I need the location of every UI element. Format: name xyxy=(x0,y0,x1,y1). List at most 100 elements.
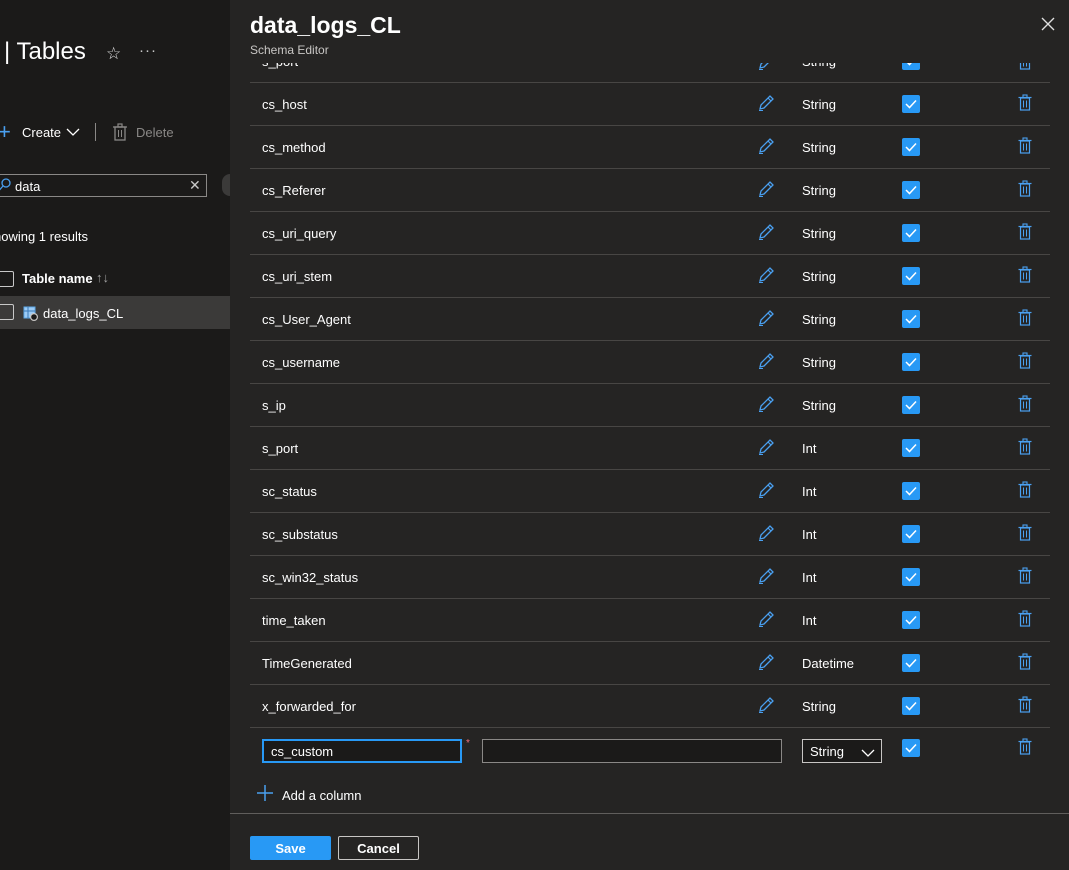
row-checkbox[interactable] xyxy=(0,304,14,320)
favorite-star-icon[interactable]: ☆ xyxy=(106,44,121,64)
delete-trash-icon[interactable] xyxy=(1018,223,1032,243)
delete-button[interactable]: Delete xyxy=(136,125,174,140)
checkbox-checked[interactable] xyxy=(902,267,920,285)
delete-trash-icon[interactable] xyxy=(1018,352,1032,372)
checkbox-checked[interactable] xyxy=(902,697,920,715)
checkbox-checked[interactable] xyxy=(902,224,920,242)
edit-pencil-icon[interactable] xyxy=(757,524,775,545)
delete-trash-icon[interactable] xyxy=(1018,137,1032,157)
type-dropdown[interactable]: String xyxy=(802,739,882,763)
delete-trash-icon[interactable] xyxy=(1018,696,1032,716)
table-name-cell[interactable]: data_logs_CL xyxy=(43,306,123,321)
delete-trash-icon[interactable] xyxy=(1018,94,1032,114)
delete-trash-icon[interactable] xyxy=(1018,395,1032,415)
delete-trash-icon[interactable] xyxy=(1018,567,1032,587)
edit-pencil-icon[interactable] xyxy=(757,309,775,330)
more-options-icon[interactable]: ··· xyxy=(139,42,157,59)
description-input[interactable] xyxy=(482,739,782,763)
column-name: cs_uri_query xyxy=(262,226,337,241)
checkbox-checked[interactable] xyxy=(902,353,920,371)
table-row: s_port Int xyxy=(250,427,1050,470)
edit-pencil-icon[interactable] xyxy=(757,395,775,416)
required-marker: * xyxy=(466,738,470,749)
edit-pencil-icon[interactable] xyxy=(757,481,775,502)
column-name: cs_method xyxy=(262,140,326,155)
checkbox-checked[interactable] xyxy=(902,396,920,414)
delete-trash-icon[interactable] xyxy=(1018,610,1032,630)
table-row: cs_uri_stem String xyxy=(250,255,1050,298)
edit-pencil-icon[interactable] xyxy=(757,438,775,459)
table-icon xyxy=(23,306,39,324)
delete-trash-icon[interactable] xyxy=(1018,738,1032,758)
table-row: s_port String xyxy=(250,63,1050,83)
delete-trash-icon[interactable] xyxy=(1018,481,1032,501)
table-row: cs_Referer String xyxy=(250,169,1050,212)
delete-trash-icon[interactable] xyxy=(1018,438,1032,458)
checkbox-checked[interactable] xyxy=(902,611,920,629)
select-all-checkbox[interactable] xyxy=(0,271,14,287)
edit-pencil-icon[interactable] xyxy=(757,696,775,717)
edit-pencil-icon[interactable] xyxy=(757,352,775,373)
column-type: Int xyxy=(802,484,817,499)
edit-pencil-icon[interactable] xyxy=(757,63,775,74)
checkbox-checked[interactable] xyxy=(902,739,920,757)
column-name: x_forwarded_for xyxy=(262,699,356,714)
edit-pencil-icon[interactable] xyxy=(757,653,775,674)
column-name: cs_User_Agent xyxy=(262,312,351,327)
edit-pencil-icon[interactable] xyxy=(757,94,775,115)
checkbox-checked[interactable] xyxy=(902,482,920,500)
table-row: cs_User_Agent String xyxy=(250,298,1050,341)
checkbox-checked[interactable] xyxy=(902,63,920,70)
delete-trash-icon[interactable] xyxy=(1018,524,1032,544)
delete-trash-icon[interactable] xyxy=(1018,180,1032,200)
results-count: howing 1 results xyxy=(0,229,88,244)
checkbox-checked[interactable] xyxy=(902,138,920,156)
column-name: s_port xyxy=(262,63,298,69)
table-row[interactable]: data_logs_CL xyxy=(0,296,230,329)
delete-trash-icon[interactable] xyxy=(1018,63,1032,73)
table-row: cs_username String xyxy=(250,341,1050,384)
footer-divider xyxy=(230,813,1069,814)
edit-pencil-icon[interactable] xyxy=(757,223,775,244)
column-name-input[interactable] xyxy=(262,739,462,763)
column-name: cs_uri_stem xyxy=(262,269,333,284)
table-row: cs_method String xyxy=(250,126,1050,169)
checkbox-checked[interactable] xyxy=(902,525,920,543)
blade-title: | Tables xyxy=(4,38,86,65)
column-name: sc_substatus xyxy=(262,527,338,542)
checkbox-checked[interactable] xyxy=(902,95,920,113)
edit-pencil-icon[interactable] xyxy=(757,610,775,631)
delete-trash-icon[interactable] xyxy=(1018,653,1032,673)
sort-icon[interactable]: ↑↓ xyxy=(96,270,109,285)
create-button[interactable]: Create xyxy=(22,125,61,140)
column-name: sc_status xyxy=(262,484,317,499)
chevron-down-icon[interactable] xyxy=(66,125,80,140)
edit-pencil-icon[interactable] xyxy=(757,137,775,158)
checkbox-checked[interactable] xyxy=(902,439,920,457)
column-type: String xyxy=(802,183,836,198)
edit-pencil-icon[interactable] xyxy=(757,266,775,287)
column-type: Int xyxy=(802,527,817,542)
cancel-button[interactable]: Cancel xyxy=(338,836,419,860)
column-name: time_taken xyxy=(262,613,326,628)
delete-trash-icon[interactable] xyxy=(1018,309,1032,329)
clear-icon[interactable]: ✕ xyxy=(189,177,201,194)
delete-trash-icon[interactable] xyxy=(1018,266,1032,286)
checkbox-checked[interactable] xyxy=(902,181,920,199)
edit-pencil-icon[interactable] xyxy=(757,567,775,588)
column-type: Int xyxy=(802,570,817,585)
close-icon[interactable] xyxy=(1041,17,1055,34)
checkbox-checked[interactable] xyxy=(902,568,920,586)
edit-pencil-icon[interactable] xyxy=(757,180,775,201)
toolbar-divider xyxy=(95,123,96,141)
create-plus-icon[interactable]: + xyxy=(0,121,14,143)
schema-editor-panel: data_logs_CL Schema Editor s_portStringc… xyxy=(230,0,1069,870)
table-row: TimeGenerated Datetime xyxy=(250,642,1050,685)
column-type: String xyxy=(802,140,836,155)
search-input[interactable]: data ✕ xyxy=(0,174,207,197)
checkbox-checked[interactable] xyxy=(902,310,920,328)
tables-blade: | Tables ☆ ··· + Create Delete data ✕ ho… xyxy=(0,0,238,870)
save-button[interactable]: Save xyxy=(250,836,331,860)
checkbox-checked[interactable] xyxy=(902,654,920,672)
column-header-table-name[interactable]: Table name xyxy=(22,271,93,286)
